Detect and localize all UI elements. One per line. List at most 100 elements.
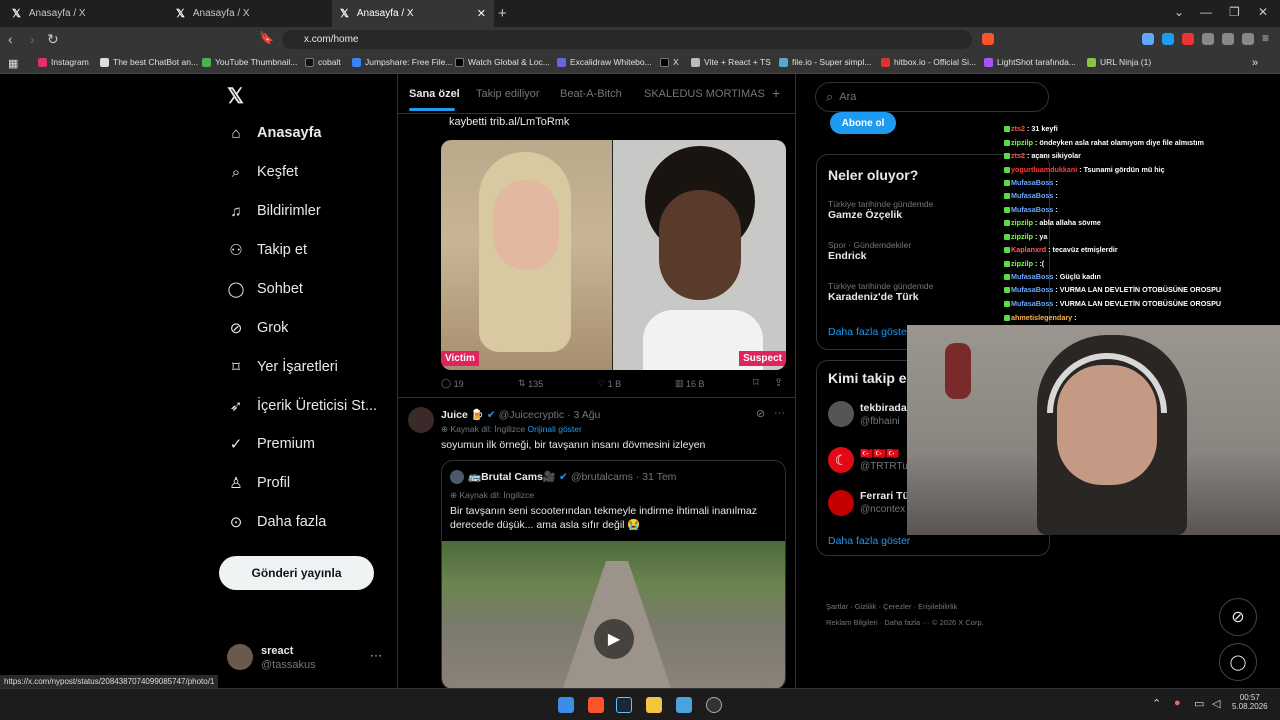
subscribe-button[interactable]: Abone ol <box>830 112 896 134</box>
browser-tab[interactable]: 𝕏 Anasayfa / X <box>168 0 330 27</box>
minimize-button[interactable]: — <box>1200 5 1212 19</box>
grok-icon[interactable]: ⊘ <box>756 407 765 420</box>
close-window-button[interactable]: ✕ <box>1258 5 1268 19</box>
apps-icon[interactable]: ▦ <box>8 57 18 70</box>
nav-item-explore[interactable]: ⌕ Keşfet <box>227 163 298 181</box>
tray-chevron-icon[interactable]: ⌃ <box>1152 697 1161 710</box>
share-icon[interactable]: ⇪ <box>774 376 783 389</box>
follow-name[interactable]: tekbirada <box>860 402 907 414</box>
bookmark-item[interactable]: file.io - Super simpl... <box>779 57 871 67</box>
post-media[interactable]: Victim Suspect <box>441 140 786 370</box>
reply-button[interactable]: ◯ 19 <box>441 378 464 389</box>
bookmark-icon[interactable]: 🔖 <box>259 31 274 45</box>
chat-username[interactable]: zipzilp <box>1011 218 1033 227</box>
follow-name[interactable]: 🇹🇷🇹🇷🇹🇷 <box>860 447 899 460</box>
chat-username[interactable]: zts2 <box>1011 151 1025 160</box>
extension-icon[interactable] <box>1142 33 1154 45</box>
bookmark-item[interactable]: Instagram <box>38 57 89 67</box>
nav-item-home[interactable]: ⌂ Anasayfa <box>227 124 321 142</box>
tab-list[interactable]: SKALEDUS MORTIMAS <box>644 88 765 100</box>
chat-username[interactable]: MufasaBoss <box>1011 191 1053 200</box>
nav-item-follow[interactable]: ⚇ Takip et <box>227 241 307 259</box>
windows-start-icon[interactable] <box>558 697 574 713</box>
bookmark-item[interactable]: URL Ninja (1) <box>1087 57 1151 67</box>
music-icon[interactable] <box>1222 33 1234 45</box>
steam-icon[interactable] <box>616 697 632 713</box>
nav-item-creator-studio[interactable]: ➶ İçerik Üreticisi St... <box>227 397 377 415</box>
avatar[interactable] <box>227 644 253 670</box>
suspect-photo[interactable] <box>613 140 786 370</box>
author-handle[interactable]: @Juicecryptic <box>499 409 565 421</box>
bookmark-item[interactable]: X <box>660 57 679 67</box>
obs-icon[interactable] <box>706 697 722 713</box>
tab-list[interactable]: Beat-A-Bitch <box>560 88 622 100</box>
footer-link[interactable]: Erişilebilirlik <box>918 602 957 611</box>
messages-fab-icon[interactable]: ◯ <box>1219 643 1257 681</box>
footer-link[interactable]: Daha fazla ··· <box>884 618 929 627</box>
account-menu-icon[interactable]: ··· <box>370 648 382 662</box>
bookmark-icon[interactable]: ⌑ <box>753 376 759 389</box>
bookmark-item[interactable]: cobalt <box>305 57 341 67</box>
extension-icon[interactable] <box>1162 33 1174 45</box>
puzzle-icon[interactable] <box>1202 33 1214 45</box>
tab-for-you[interactable]: Sana özel <box>409 88 460 100</box>
close-tab-icon[interactable]: ✕ <box>477 7 486 20</box>
like-button[interactable]: ♡ 1 B <box>597 378 621 389</box>
folder-icon[interactable] <box>646 697 662 713</box>
post-button[interactable]: Gönderi yayınla <box>219 556 374 590</box>
chat-username[interactable]: Kaplanxrd <box>1011 245 1046 254</box>
chat-username[interactable]: zipzilp <box>1011 232 1033 241</box>
avatar[interactable] <box>828 401 854 427</box>
chat-username[interactable]: MufasaBoss <box>1011 272 1053 281</box>
extension-icon[interactable] <box>1182 33 1194 45</box>
browser-tab[interactable]: 𝕏 Anasayfa / X <box>4 0 166 27</box>
views-button[interactable]: ▥ 16 B <box>675 378 705 389</box>
show-original-link[interactable]: Orijinali göster <box>528 424 582 435</box>
chat-username[interactable]: MufasaBoss <box>1011 285 1053 294</box>
play-icon[interactable]: ▶ <box>594 619 634 659</box>
bookmark-item[interactable]: The best ChatBot an... <box>100 57 198 67</box>
trend-item[interactable]: Türkiye tarihinde gündemde Karadeniz'de … <box>828 281 933 303</box>
show-more-link[interactable]: Daha fazla göster <box>828 535 910 547</box>
bookmark-item[interactable]: Watch Global & Loc... <box>455 57 550 67</box>
bookmark-item[interactable]: hitbox.io - Official Si... <box>881 57 976 67</box>
chat-username[interactable]: zipzilp <box>1011 138 1033 147</box>
more-bookmarks-icon[interactable]: » <box>1252 57 1258 69</box>
grok-fab-icon[interactable]: ⊘ <box>1219 598 1257 636</box>
footer-link[interactable]: Gizlilik <box>855 602 877 611</box>
clock[interactable]: 00:57 5.08.2026 <box>1232 693 1268 711</box>
show-more-link[interactable]: Daha fazla göster <box>828 326 910 338</box>
nav-item-notifications[interactable]: ♫ Bildirimler <box>227 202 320 220</box>
bookmark-item[interactable]: Jumpshare: Free File... <box>352 57 452 67</box>
volume-icon[interactable]: ◁ <box>1212 697 1220 710</box>
back-button[interactable]: ‹ <box>8 31 13 47</box>
brave-browser-icon[interactable] <box>588 697 604 713</box>
bookmark-item[interactable]: Vite + React + TS <box>691 57 771 67</box>
brave-shield-icon[interactable] <box>982 33 994 45</box>
flag-avatar[interactable]: ☾ <box>828 447 854 473</box>
trend-item[interactable]: Spor · Gündemdekiler Endrick <box>828 240 911 262</box>
tab-following[interactable]: Takip ediliyor <box>476 88 540 100</box>
more-icon[interactable]: ··· <box>774 407 785 419</box>
forward-button[interactable]: › <box>30 31 35 47</box>
chat-username[interactable]: zipzilp <box>1011 259 1033 268</box>
nav-item-chat[interactable]: ◯ Sohbet <box>227 280 303 298</box>
trend-item[interactable]: Türkiye tarihinde gündemde Gamze Özçelik <box>828 199 933 221</box>
x-logo-icon[interactable]: 𝕏 <box>227 84 244 109</box>
chat-username[interactable]: ahmetislegendary <box>1011 313 1072 322</box>
quoted-post[interactable]: 🚌Brutal Cams🎥 ✔ @brutalcams · 31 Tem ⊕ K… <box>441 460 786 688</box>
chat-username[interactable]: MufasaBoss <box>1011 205 1053 214</box>
victim-photo[interactable] <box>441 140 612 370</box>
repost-button[interactable]: ⇅ 135 <box>518 378 543 389</box>
avatar[interactable] <box>828 490 854 516</box>
search-input[interactable]: ⌕ Ara <box>815 82 1049 112</box>
bookmark-item[interactable]: Excalidraw Whitebo... <box>557 57 652 67</box>
footer-link[interactable]: Çerezler <box>883 602 911 611</box>
nav-item-profile[interactable]: ♙ Profil <box>227 474 290 492</box>
browser-tab-active[interactable]: 𝕏 Anasayfa / X ✕ <box>332 0 494 27</box>
post-date[interactable]: 3 Ağu <box>574 409 601 421</box>
follow-name[interactable]: Ferrari Tü <box>860 490 909 502</box>
app-icon[interactable] <box>676 697 692 713</box>
nav-item-more[interactable]: ⊙ Daha fazla <box>227 513 327 531</box>
nav-item-premium[interactable]: ✓ Premium <box>227 435 315 453</box>
